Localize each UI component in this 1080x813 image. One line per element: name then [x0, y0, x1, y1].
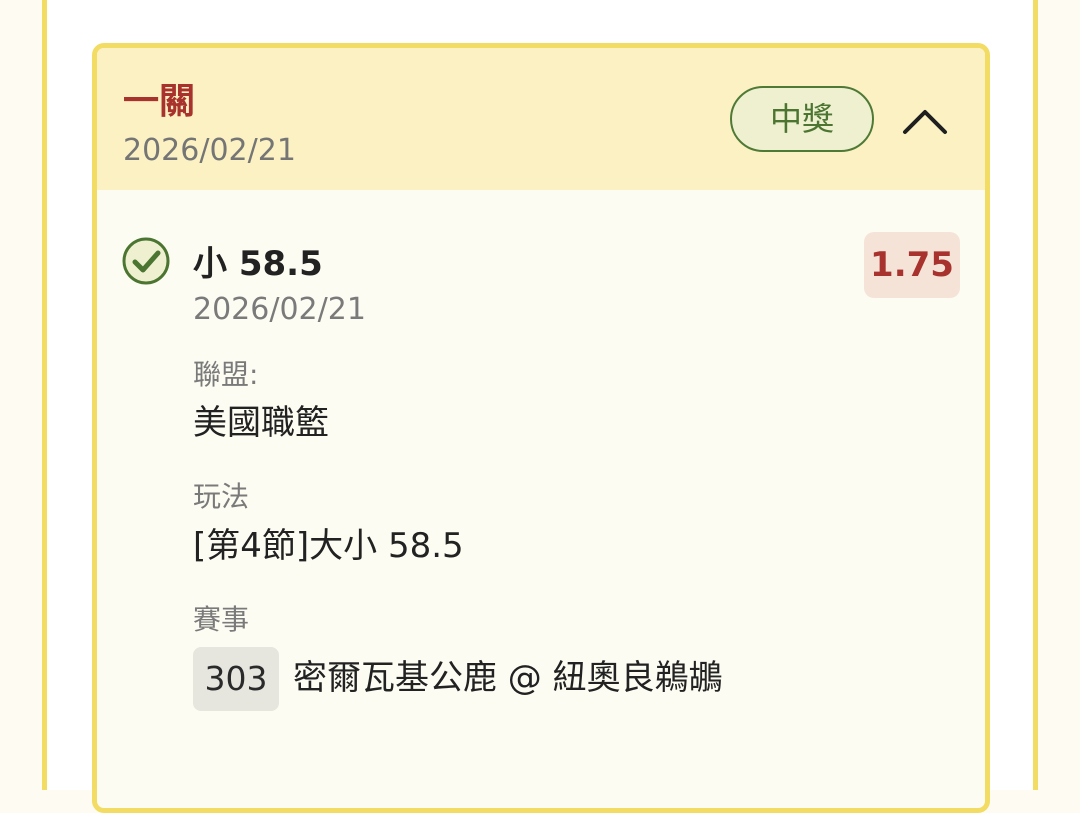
- market-value: [第4節]大小 58.5: [193, 526, 464, 566]
- bet-card-body: 小 58.5 2026/02/21 1.75 聯盟: 美國職籃 玩法 [第4節]…: [97, 190, 985, 808]
- odds-badge: 1.75: [864, 232, 960, 298]
- selection-date: 2026/02/21: [193, 292, 366, 327]
- bet-card-header[interactable]: 一關 2026/02/21 中獎: [97, 48, 985, 190]
- event-number-badge: 303: [193, 647, 279, 711]
- check-circle-icon: [122, 237, 170, 285]
- event-name: 密爾瓦基公鹿 @ 紐奧良鵜鶘: [293, 658, 723, 698]
- win-status-badge: 中獎: [730, 86, 874, 152]
- bet-type-title: 一關: [123, 81, 196, 122]
- league-label: 聯盟:: [193, 358, 259, 391]
- bet-date: 2026/02/21: [123, 133, 296, 168]
- event-label: 賽事: [193, 603, 250, 636]
- league-value: 美國職籃: [193, 403, 329, 443]
- market-label: 玩法: [193, 480, 250, 513]
- collapse-button[interactable]: [897, 94, 953, 146]
- bet-record-card: 一關 2026/02/21 中獎 小 58.5 2026/02/21 1.75 …: [92, 43, 990, 813]
- selection-name: 小 58.5: [193, 244, 323, 284]
- chevron-up-icon: [903, 110, 947, 134]
